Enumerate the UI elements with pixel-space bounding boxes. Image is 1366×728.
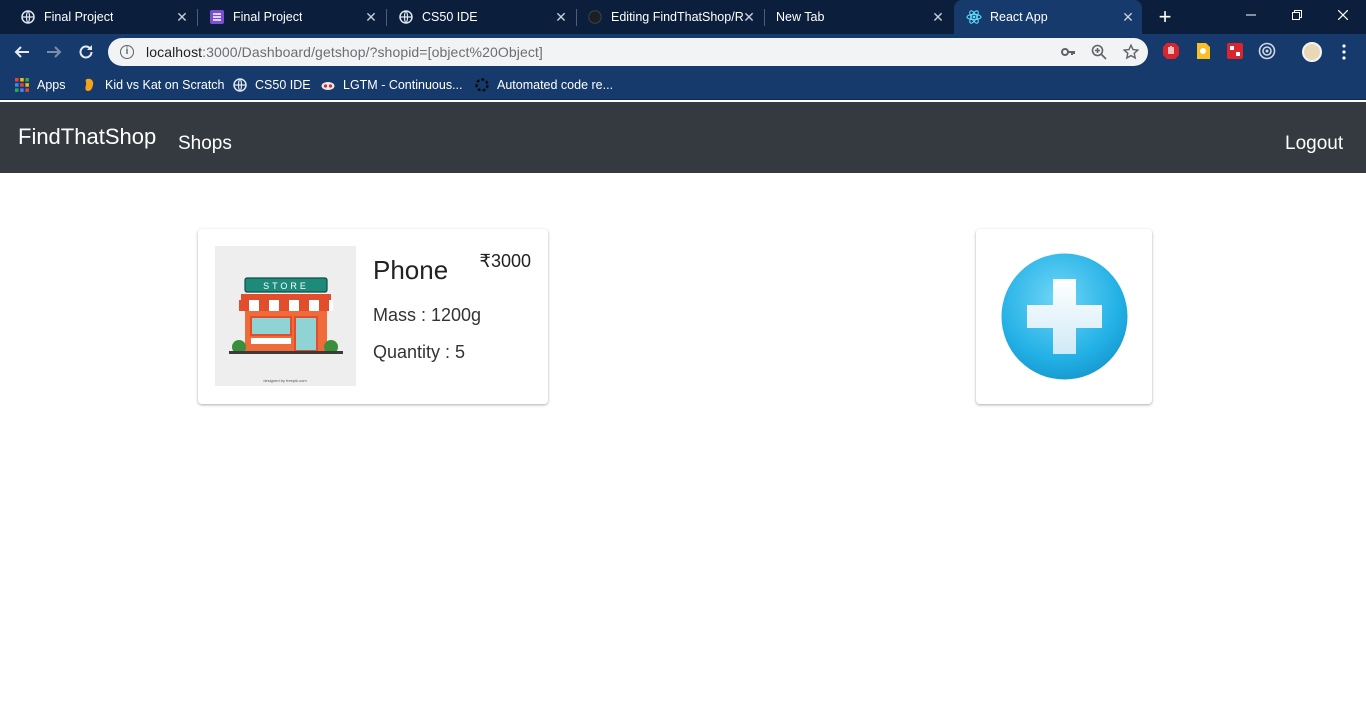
browser-tab-strip: Final Project ✕ Final Project ✕ CS50 IDE… xyxy=(0,0,1366,34)
key-icon[interactable] xyxy=(1060,44,1076,60)
close-tab-icon[interactable]: ✕ xyxy=(174,9,190,25)
nav-link-shops[interactable]: Shops xyxy=(178,133,232,155)
add-plus-icon[interactable] xyxy=(1001,253,1128,380)
product-mass: Mass : 1200g xyxy=(373,305,481,326)
browser-tab-final-project-2[interactable]: Final Project ✕ xyxy=(189,0,385,34)
browser-menu-icon[interactable] xyxy=(1336,42,1352,62)
bookmark-label: LGTM - Continuous... xyxy=(343,78,463,92)
forward-arrow-icon[interactable] xyxy=(42,40,66,64)
product-quantity: Quantity : 5 xyxy=(373,342,465,363)
bookmark-label: Automated code re... xyxy=(497,78,614,92)
close-tab-icon[interactable]: ✕ xyxy=(741,9,757,25)
nav-link-logout[interactable]: Logout xyxy=(1285,133,1343,155)
tab-title: Final Project xyxy=(233,10,303,24)
lgtm-icon xyxy=(321,78,335,92)
address-url[interactable]: localhost:3000/Dashboard/getshop/?shopid… xyxy=(146,44,543,60)
browser-tab-final-project[interactable]: Final Project ✕ xyxy=(0,0,196,34)
tab-title: Final Project xyxy=(44,10,114,24)
tab-title: Editing FindThatShop/R xyxy=(611,10,744,24)
bookmark-cs50-ide[interactable]: CS50 IDE xyxy=(233,76,311,94)
product-name: Phone xyxy=(373,255,449,285)
mass-value: 1200g xyxy=(431,305,482,325)
brand-logo-text[interactable]: FindThatShop xyxy=(18,124,156,150)
extension-target-icon[interactable] xyxy=(1258,42,1276,60)
image-credit-text: designed by freepik.com xyxy=(263,378,307,383)
browser-tab-react-app[interactable]: React App ✕ xyxy=(954,0,1142,34)
product-card[interactable]: STORE designed by freepik.com Phone ₹300… xyxy=(198,229,548,404)
tab-title: React App xyxy=(990,10,1048,24)
app-navbar: FindThatShop Shops Logout xyxy=(0,102,1366,173)
site-info-icon[interactable]: i xyxy=(120,45,134,59)
browser-tab-new-tab[interactable]: New Tab ✕ xyxy=(756,0,952,34)
tab-title: New Tab xyxy=(776,10,825,24)
reload-icon[interactable] xyxy=(74,40,98,64)
mass-label: Mass : xyxy=(373,305,432,325)
profile-avatar[interactable] xyxy=(1302,42,1322,62)
apps-grid-icon xyxy=(15,78,29,92)
bookmark-label: CS50 IDE xyxy=(255,78,311,92)
bookmark-label: Kid vs Kat on Scratch xyxy=(105,78,225,92)
store-sign-text: STORE xyxy=(263,281,309,291)
close-tab-icon[interactable]: ✕ xyxy=(363,9,379,25)
globe-icon xyxy=(20,9,36,25)
tab-title: CS50 IDE xyxy=(422,10,478,24)
browser-tab-editing-findthatshop[interactable]: Editing FindThatShop/R ✕ xyxy=(567,0,763,34)
react-icon xyxy=(966,9,982,25)
extension-adblock-icon[interactable] xyxy=(1162,42,1180,60)
new-tab-button[interactable]: + xyxy=(1154,6,1176,28)
store-illustration-image: STORE designed by freepik.com xyxy=(215,246,356,386)
bookmark-label: Apps xyxy=(37,78,66,92)
extension-keep-icon[interactable] xyxy=(1194,42,1212,60)
restore-window-icon[interactable] xyxy=(1274,0,1320,30)
browser-tab-cs50-ide[interactable]: CS50 IDE ✕ xyxy=(378,0,575,34)
close-window-icon[interactable] xyxy=(1320,0,1366,30)
star-icon[interactable] xyxy=(1122,43,1140,60)
spinner-icon xyxy=(475,78,489,92)
github-icon xyxy=(587,9,603,25)
bookmark-kid-vs-kat[interactable]: Kid vs Kat on Scratch xyxy=(83,76,225,94)
quantity-label: Quantity : xyxy=(373,342,456,362)
address-bar[interactable]: i localhost:3000/Dashboard/getshop/?shop… xyxy=(108,38,1148,66)
bookmark-automated-code-review[interactable]: Automated code re... xyxy=(475,76,613,94)
globe-icon xyxy=(233,78,247,92)
zoom-icon[interactable] xyxy=(1091,44,1107,60)
product-price: ₹3000 xyxy=(479,251,532,271)
minimize-window-icon[interactable] xyxy=(1228,0,1274,30)
scratch-icon xyxy=(83,78,97,92)
bookmarks-bar: Apps Kid vs Kat on Scratch CS50 IDE LGTM… xyxy=(0,70,1366,100)
bookmark-apps[interactable]: Apps xyxy=(15,76,66,94)
add-product-card[interactable] xyxy=(976,229,1152,404)
close-tab-icon[interactable]: ✕ xyxy=(930,9,946,25)
globe-icon xyxy=(398,9,414,25)
extension-red-grid-icon[interactable] xyxy=(1226,42,1244,60)
back-arrow-icon[interactable] xyxy=(10,40,34,64)
bookmark-lgtm[interactable]: LGTM - Continuous... xyxy=(321,76,463,94)
close-tab-icon[interactable]: ✕ xyxy=(1120,9,1136,25)
quantity-value: 5 xyxy=(455,342,466,362)
list-doc-icon xyxy=(209,9,225,25)
